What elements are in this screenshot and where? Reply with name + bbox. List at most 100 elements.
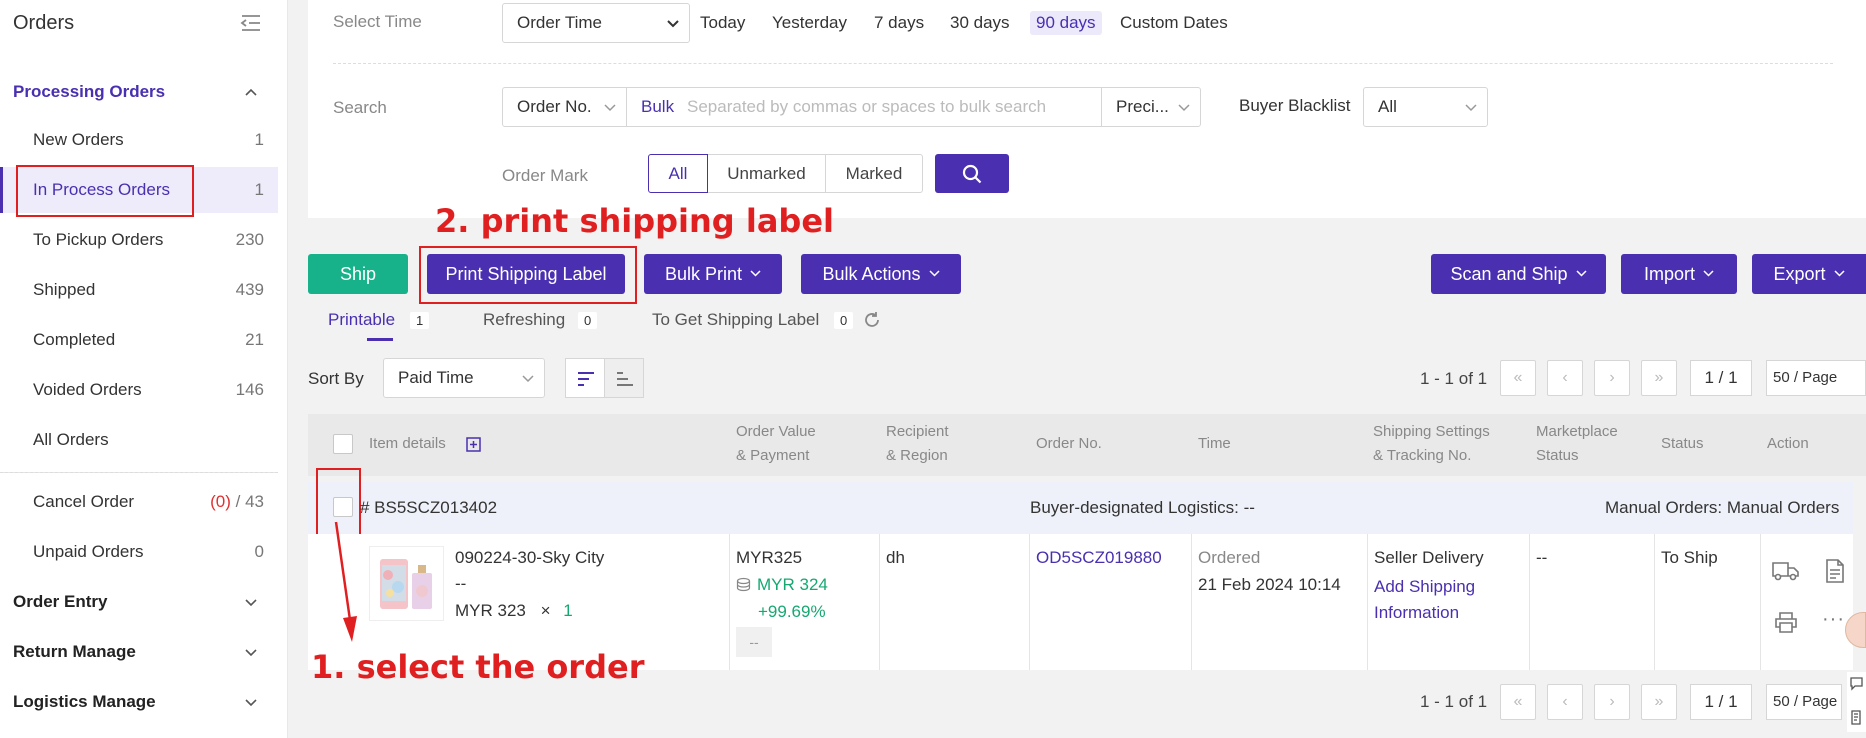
prev-page-button[interactable]: ‹ bbox=[1547, 684, 1583, 720]
select-all-checkbox[interactable] bbox=[333, 434, 353, 454]
sidebar-item-to-pickup-orders[interactable]: To Pickup Orders 230 bbox=[0, 217, 278, 263]
column-header-time: Time bbox=[1198, 435, 1231, 452]
sidebar-item-label: To Pickup Orders bbox=[33, 230, 164, 249]
chevron-down-icon bbox=[604, 104, 616, 112]
next-page-button[interactable]: › bbox=[1594, 684, 1630, 720]
chevron-up-icon[interactable] bbox=[244, 85, 258, 99]
document-icon[interactable] bbox=[1825, 559, 1845, 583]
tab-refreshing[interactable]: Refreshing bbox=[483, 310, 565, 330]
order-mark-all[interactable]: All bbox=[648, 154, 708, 193]
time-option-custom-dates[interactable]: Custom Dates bbox=[1114, 11, 1234, 35]
sidebar-item-count: 1 bbox=[254, 180, 264, 199]
chevron-down-icon bbox=[1576, 270, 1587, 277]
sidebar-group-return-manage[interactable]: Return Manage bbox=[13, 642, 136, 662]
more-icon[interactable]: ··· bbox=[1822, 608, 1845, 631]
chevron-down-icon bbox=[1178, 104, 1190, 112]
order-mark-marked[interactable]: Marked bbox=[825, 154, 923, 193]
bulk-actions-button[interactable]: Bulk Actions bbox=[801, 254, 961, 294]
export-button[interactable]: Export bbox=[1752, 254, 1866, 294]
sidebar-item-new-orders[interactable]: New Orders 1 bbox=[0, 117, 278, 163]
coins-icon bbox=[736, 577, 751, 592]
scan-and-ship-button[interactable]: Scan and Ship bbox=[1431, 254, 1606, 294]
tab-printable[interactable]: Printable bbox=[328, 310, 395, 330]
sidebar-item-count: 21 bbox=[245, 330, 264, 349]
page-input[interactable]: 1 / 1 bbox=[1690, 360, 1752, 396]
printer-icon[interactable] bbox=[1774, 611, 1798, 633]
sort-by-select[interactable]: Paid Time bbox=[383, 358, 545, 398]
ship-button[interactable]: Ship bbox=[308, 254, 408, 294]
sidebar-group-logistics-manage[interactable]: Logistics Manage bbox=[13, 692, 156, 712]
column-header-order-value: Order Value & Payment bbox=[736, 423, 816, 464]
sidebar-group-processing-orders[interactable]: Processing Orders bbox=[13, 82, 165, 102]
bulk-print-button[interactable]: Bulk Print bbox=[644, 254, 782, 294]
sidebar-item-all-orders[interactable]: All Orders bbox=[0, 417, 278, 463]
sidebar-item-label: All Orders bbox=[33, 430, 109, 449]
page-input-bottom[interactable]: 1 / 1 bbox=[1690, 684, 1752, 720]
annotation-step-2: 2. print shipping label bbox=[435, 202, 834, 240]
first-page-button[interactable]: « bbox=[1500, 360, 1536, 396]
truck-icon[interactable] bbox=[1772, 560, 1800, 582]
search-field-select[interactable]: Order No. bbox=[502, 87, 627, 127]
chevron-down-icon bbox=[929, 270, 940, 277]
prev-page-button[interactable]: ‹ bbox=[1547, 360, 1583, 396]
time-option-90-days[interactable]: 90 days bbox=[1030, 11, 1102, 35]
search-input[interactable]: Bulk Separated by commas or spaces to bu… bbox=[626, 87, 1102, 127]
tab-count-badge: 0 bbox=[834, 312, 854, 329]
sidebar-item-voided-orders[interactable]: Voided Orders 146 bbox=[0, 367, 278, 413]
sidebar-item-shipped[interactable]: Shipped 439 bbox=[0, 267, 278, 313]
order-time: 21 Feb 2024 10:14 bbox=[1198, 575, 1341, 594]
last-page-button[interactable]: » bbox=[1641, 360, 1677, 396]
annotation-step-1: 1. select the order bbox=[311, 648, 645, 686]
chevron-down-icon bbox=[1833, 270, 1845, 277]
time-field-select[interactable]: Order Time bbox=[502, 3, 690, 43]
add-shipping-info-link[interactable]: Add Shipping Information bbox=[1374, 574, 1475, 626]
time-option-30-days[interactable]: 30 days bbox=[944, 11, 1016, 35]
time-option-7-days[interactable]: 7 days bbox=[868, 11, 930, 35]
buyer-blacklist-select[interactable]: All bbox=[1363, 87, 1488, 127]
page-size-select[interactable]: 50 / Page bbox=[1766, 360, 1866, 396]
time-option-yesterday[interactable]: Yesterday bbox=[766, 11, 853, 35]
sidebar-item-count: 0 bbox=[254, 542, 264, 561]
column-header-order-no: Order No. bbox=[1036, 435, 1102, 452]
sidebar-item-label: Unpaid Orders bbox=[33, 542, 144, 561]
note-icon bbox=[1851, 710, 1861, 725]
tab-count-badge: 0 bbox=[578, 312, 598, 329]
order-mark-unmarked[interactable]: Unmarked bbox=[708, 154, 826, 193]
search-label: Search bbox=[333, 98, 387, 117]
tab-count-badge: 1 bbox=[410, 312, 430, 329]
chevron-down-icon bbox=[1703, 270, 1714, 277]
next-page-button[interactable]: › bbox=[1594, 360, 1630, 396]
shipping-method: Seller Delivery bbox=[1374, 548, 1484, 567]
bulk-search-link[interactable]: Bulk bbox=[641, 97, 674, 117]
tab-to-get-shipping-label[interactable]: To Get Shipping Label bbox=[652, 310, 819, 330]
floating-toolbar[interactable] bbox=[1847, 672, 1866, 732]
product-price: MYR 323 × 1 bbox=[455, 601, 573, 620]
time-option-today[interactable]: Today bbox=[694, 11, 751, 35]
sort-asc-button[interactable] bbox=[604, 358, 644, 398]
first-page-button[interactable]: « bbox=[1500, 684, 1536, 720]
refresh-icon[interactable] bbox=[863, 311, 881, 329]
sidebar-item-cancel-order[interactable]: Cancel Order (0) / 43 bbox=[0, 479, 278, 525]
search-button[interactable] bbox=[935, 154, 1009, 193]
memo-box[interactable]: -- bbox=[736, 627, 772, 657]
expand-plus-icon[interactable] bbox=[466, 437, 481, 452]
sidebar-item-unpaid-orders[interactable]: Unpaid Orders 0 bbox=[0, 529, 278, 575]
chevron-down-icon[interactable] bbox=[244, 645, 258, 659]
import-button[interactable]: Import bbox=[1621, 254, 1737, 294]
last-page-button[interactable]: » bbox=[1641, 684, 1677, 720]
product-image[interactable] bbox=[369, 546, 444, 621]
precision-select[interactable]: Preci... bbox=[1101, 87, 1201, 127]
page-size-select-bottom[interactable]: 50 / Page bbox=[1766, 684, 1842, 720]
annotation-highlight-box bbox=[419, 246, 637, 304]
chevron-down-icon[interactable] bbox=[244, 695, 258, 709]
sidebar-item-completed[interactable]: Completed 21 bbox=[0, 317, 278, 363]
pagination-info-bottom: 1 - 1 of 1 bbox=[1420, 692, 1488, 711]
buyer-logistics: Buyer-designated Logistics: -- bbox=[1030, 498, 1255, 517]
chevron-down-icon[interactable] bbox=[244, 595, 258, 609]
collapse-menu-icon[interactable] bbox=[240, 14, 262, 32]
sort-desc-button[interactable] bbox=[565, 358, 605, 398]
sidebar-group-order-entry[interactable]: Order Entry bbox=[13, 592, 107, 612]
sort-by-label: Sort By bbox=[308, 369, 364, 388]
order-number-link[interactable]: OD5SCZ019880 bbox=[1036, 548, 1162, 568]
column-divider bbox=[729, 534, 730, 670]
